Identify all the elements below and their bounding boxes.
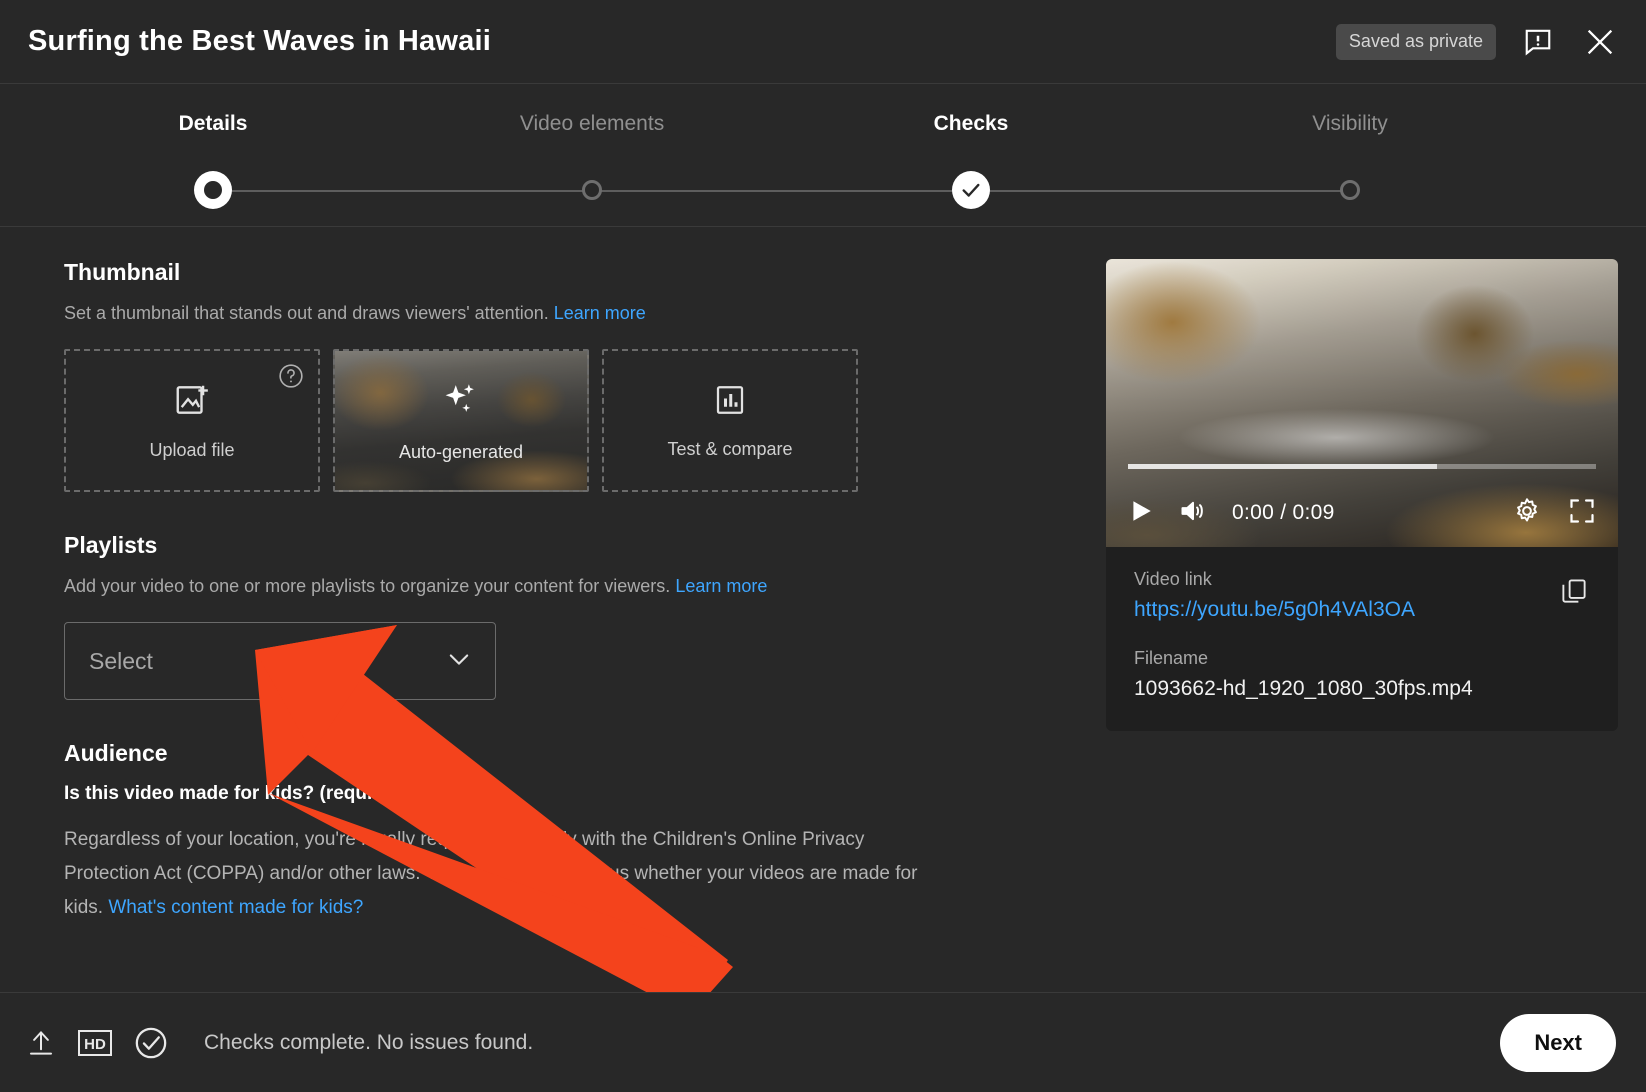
hd-badge-icon: HD <box>78 1029 112 1057</box>
sparkle-icon <box>440 379 482 426</box>
thumbnail-options: Upload file Auto-generated Test & compar… <box>64 349 924 492</box>
filename-value: 1093662-hd_1920_1080_30fps.mp4 <box>1134 677 1473 700</box>
step-node-visibility[interactable] <box>1340 180 1360 200</box>
video-preview-panel: 0:00 / 0:09 Video link https://youtu.be/… <box>1106 259 1618 992</box>
audience-heading: Audience <box>64 740 168 766</box>
video-time-display: 0:00 / 0:09 <box>1232 501 1335 524</box>
video-progress-buffer <box>1128 464 1437 469</box>
check-circle-icon <box>134 1026 168 1060</box>
video-controls: 0:00 / 0:09 <box>1106 479 1618 547</box>
thumbnail-section: Thumbnail Set a thumbnail that stands ou… <box>64 259 924 492</box>
thumbnail-auto-generated-card[interactable]: Auto-generated <box>333 349 589 492</box>
volume-icon[interactable] <box>1178 497 1208 530</box>
playlists-description: Add your video to one or more playlists … <box>64 573 924 600</box>
filename-label: Filename <box>1134 648 1209 668</box>
step-node-video-elements[interactable] <box>582 180 602 200</box>
audience-kids-content-link[interactable]: What's content made for kids? <box>108 897 363 918</box>
playlist-select-value: Select <box>89 647 153 674</box>
video-card: 0:00 / 0:09 Video link https://youtu.be/… <box>1106 259 1618 731</box>
gear-icon[interactable] <box>1512 496 1542 531</box>
thumbnail-description-text: Set a thumbnail that stands out and draw… <box>64 303 549 323</box>
thumbnail-auto-generated-label: Auto-generated <box>398 441 524 462</box>
upload-stepper: Details Video elements Checks Visibility <box>0 84 1646 227</box>
dialog-footer: HD Checks complete. No issues found. Nex… <box>0 992 1646 1092</box>
playlists-learn-more-link[interactable]: Learn more <box>675 576 767 596</box>
image-upload-icon <box>173 381 211 424</box>
video-metadata: Video link https://youtu.be/5g0h4VAl3OA … <box>1106 547 1618 731</box>
thumbnail-description: Set a thumbnail that stands out and draw… <box>64 300 924 327</box>
svg-text:HD: HD <box>84 1036 106 1053</box>
status-badge: Saved as private <box>1335 23 1496 60</box>
thumbnail-test-compare-card[interactable]: Test & compare <box>602 349 858 492</box>
step-label-visibility[interactable]: Visibility <box>1312 112 1387 136</box>
step-node-details[interactable] <box>194 171 232 209</box>
dialog-header: Surfing the Best Waves in Hawaii Saved a… <box>0 0 1646 84</box>
play-icon[interactable] <box>1128 497 1154 530</box>
footer-status-text: Checks complete. No issues found. <box>204 1030 534 1054</box>
playlists-heading: Playlists <box>64 532 158 558</box>
thumbnail-upload-file-card[interactable]: Upload file <box>64 349 320 492</box>
stepper-track <box>0 156 1646 226</box>
next-button[interactable]: Next <box>1500 1013 1616 1072</box>
audience-section: Audience Is this video made for kids? (r… <box>64 740 924 924</box>
step-label-video-elements[interactable]: Video elements <box>520 112 664 136</box>
playlist-select[interactable]: Select <box>64 622 496 700</box>
page-title: Surfing the Best Waves in Hawaii <box>28 25 491 57</box>
upload-dialog: Surfing the Best Waves in Hawaii Saved a… <box>0 0 1646 1092</box>
playlists-section: Playlists Add your video to one or more … <box>64 532 924 700</box>
video-link-value[interactable]: https://youtu.be/5g0h4VAl3OA <box>1134 598 1590 622</box>
feedback-bubble-icon[interactable] <box>1518 22 1558 62</box>
details-form: Thumbnail Set a thumbnail that stands ou… <box>64 259 964 992</box>
video-controls-right <box>1512 496 1596 531</box>
copy-icon[interactable] <box>1554 571 1594 611</box>
fullscreen-icon[interactable] <box>1568 497 1596 530</box>
help-circle-icon[interactable] <box>278 363 304 389</box>
playlists-description-text: Add your video to one or more playlists … <box>64 576 671 596</box>
thumbnail-learn-more-link[interactable]: Learn more <box>554 303 646 323</box>
chevron-down-icon <box>445 645 473 678</box>
thumbnail-upload-file-label: Upload file <box>149 439 235 460</box>
video-link-label: Video link <box>1134 569 1212 589</box>
upload-arrow-icon <box>26 1028 56 1058</box>
dialog-body: Thumbnail Set a thumbnail that stands ou… <box>0 227 1646 992</box>
thumbnail-heading: Thumbnail <box>64 259 181 285</box>
video-player[interactable]: 0:00 / 0:09 <box>1106 259 1618 547</box>
step-label-details[interactable]: Details <box>179 112 248 136</box>
stepper-line-right <box>971 190 1350 192</box>
video-progress-bar[interactable] <box>1128 464 1596 469</box>
audience-coppa-paragraph: Regardless of your location, you're lega… <box>64 823 924 924</box>
close-icon[interactable] <box>1580 22 1620 62</box>
header-actions: Saved as private <box>1335 22 1620 62</box>
step-label-checks[interactable]: Checks <box>934 112 1009 136</box>
step-node-checks[interactable] <box>952 171 990 209</box>
thumbnail-test-compare-label: Test & compare <box>667 438 793 459</box>
stepper-labels: Details Video elements Checks Visibility <box>0 112 1646 156</box>
audience-question: Is this video made for kids? (required) <box>64 783 409 804</box>
bar-chart-icon <box>712 382 748 423</box>
